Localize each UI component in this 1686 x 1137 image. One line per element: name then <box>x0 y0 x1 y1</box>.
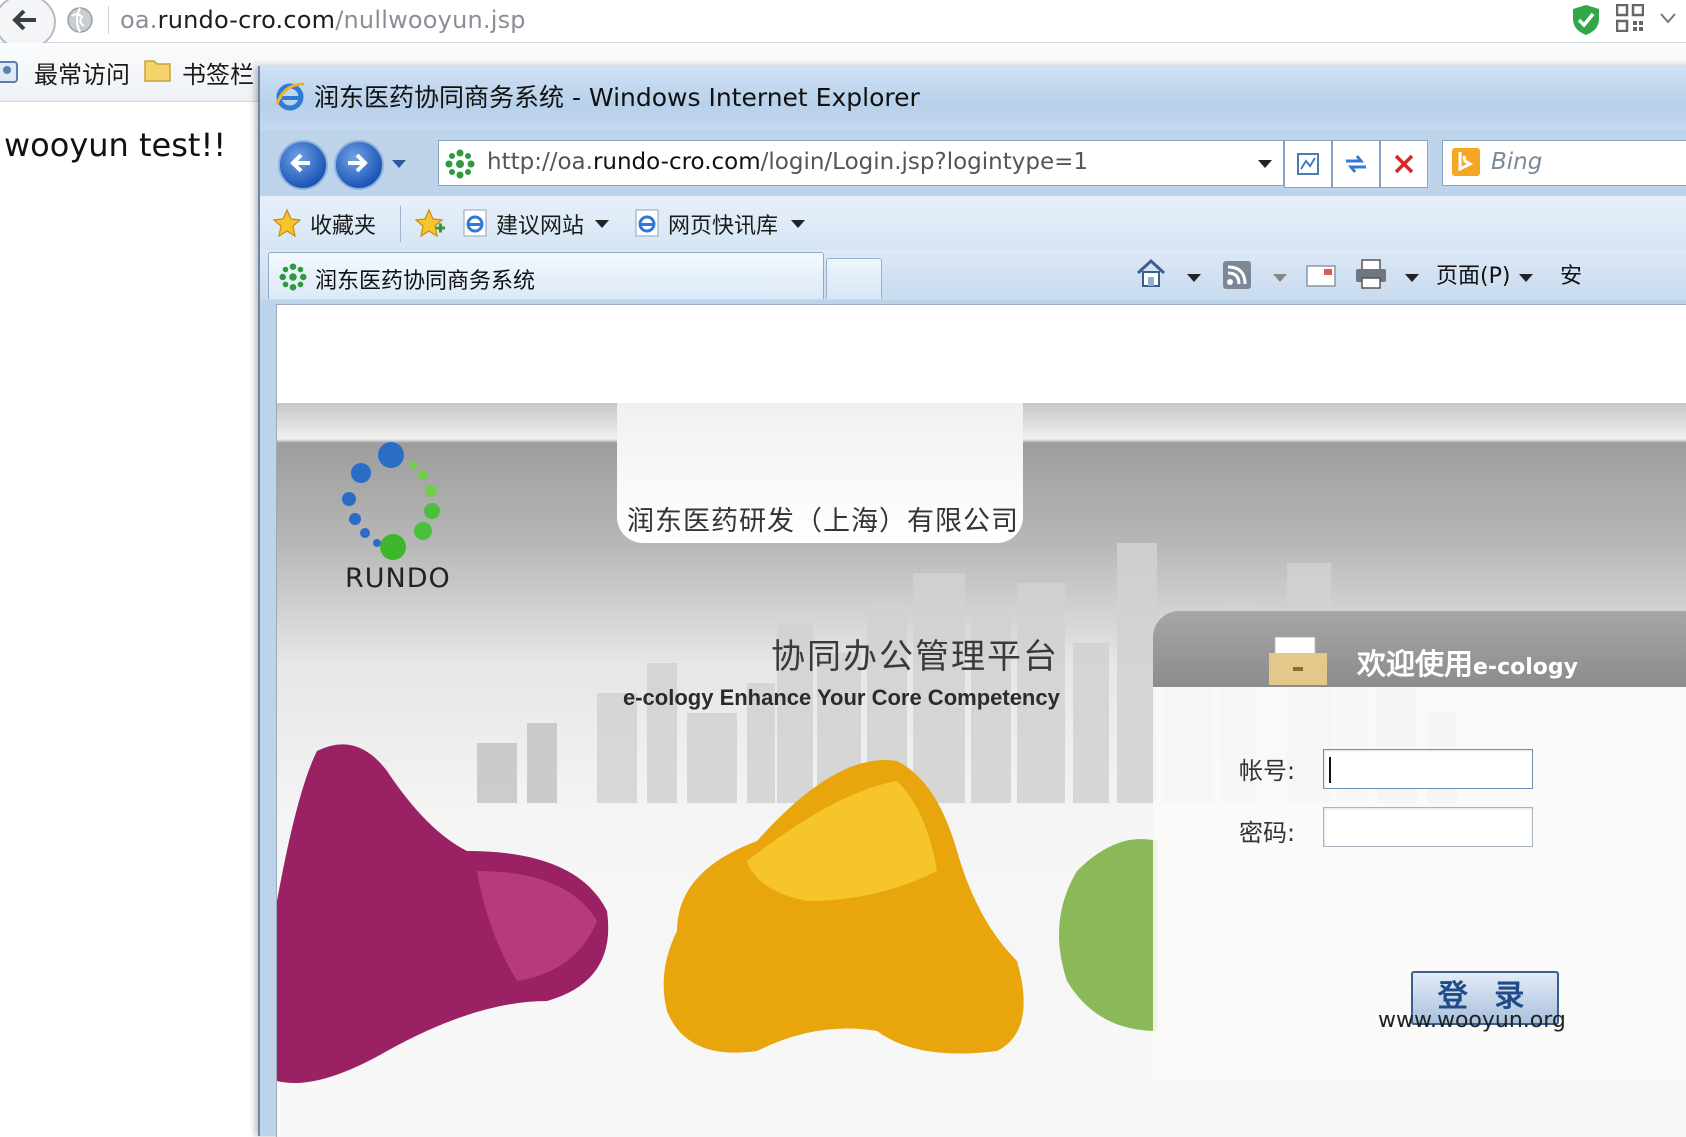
text-caret <box>1329 757 1331 783</box>
ie-back-button[interactable] <box>278 140 328 190</box>
site-favicon-icon <box>445 149 475 179</box>
ie-window: 润东医药协同商务系统 - Windows Internet Explorer h… <box>258 66 1686 1137</box>
password-label: 密码: <box>1239 819 1296 847</box>
username-input[interactable] <box>1323 749 1533 789</box>
ie-page-icon <box>635 209 659 237</box>
platform-title: 协同办公管理平台 <box>771 637 1059 677</box>
stop-button[interactable] <box>1380 140 1428 188</box>
stop-icon <box>1394 154 1414 174</box>
refresh-icon <box>1346 155 1366 173</box>
read-mail-icon[interactable] <box>1306 264 1336 288</box>
ie-search-box[interactable]: Bing <box>1442 140 1686 186</box>
ie-favorites-bar: 收藏夹 建议网站 网页快讯库 <box>260 196 1686 250</box>
welcome-title: 欢迎使用e-cology <box>1357 647 1578 681</box>
favorites-button[interactable]: 收藏夹 <box>310 208 376 240</box>
tab-title: 润东医药协同商务系统 <box>315 269 536 294</box>
ie-page-icon <box>463 209 487 237</box>
logo-text: RUNDO <box>345 563 451 594</box>
add-to-favorites-icon[interactable] <box>414 208 446 238</box>
compatibility-view-button[interactable] <box>1284 140 1332 188</box>
ie-navigation-row: http://oa.rundo-cro.com/login/Login.jsp?… <box>260 130 1686 196</box>
forward-arrow-icon <box>348 153 368 173</box>
chevron-down-icon[interactable] <box>790 218 806 230</box>
new-tab-button[interactable] <box>826 258 882 299</box>
most-visited-icon <box>0 61 18 83</box>
ie-address-bar[interactable]: http://oa.rundo-cro.com/login/Login.jsp?… <box>438 140 1284 186</box>
back-arrow-icon <box>12 9 36 31</box>
print-icon[interactable] <box>1354 258 1388 290</box>
compatibility-view-icon <box>1297 153 1319 175</box>
platform-subtitle: e-cology Enhance Your Core Competency <box>623 685 1060 710</box>
ie-logo-icon <box>275 82 305 111</box>
globe-icon <box>67 7 93 33</box>
company-name: 润东医药研发（上海）有限公司 <box>627 506 1019 537</box>
ie-active-tab[interactable]: 润东医药协同商务系统 <box>268 252 824 299</box>
username-label: 帐号: <box>1239 757 1296 785</box>
ie-window-title: 润东医药协同商务系统 - Windows Internet Explorer <box>314 83 920 112</box>
outer-url-bar: oa.rundo-cro.com/nullwooyun.jsp <box>0 0 1686 50</box>
outer-page-text: wooyun test!! <box>4 126 227 164</box>
recent-pages-dropdown-icon[interactable] <box>390 158 408 170</box>
password-input[interactable] <box>1323 807 1533 847</box>
ie-titlebar[interactable]: 润东医药协同商务系统 - Windows Internet Explorer <box>260 66 1686 130</box>
folder-documents-icon <box>1269 637 1327 685</box>
chevron-down-icon[interactable] <box>1660 12 1676 24</box>
site-favicon-icon <box>279 263 307 291</box>
back-arrow-icon <box>290 153 310 173</box>
bing-logo-icon <box>1452 148 1480 176</box>
suggested-sites-link[interactable]: 建议网站 <box>496 208 584 240</box>
web-slice-gallery-link[interactable]: 网页快讯库 <box>668 208 778 240</box>
bookmark-most-visited[interactable]: 最常访问 <box>34 55 130 90</box>
header-tab: 润东医药研发（上海）有限公司 <box>617 403 1023 543</box>
home-icon[interactable] <box>1134 256 1168 290</box>
rundo-logo-icon <box>342 442 440 560</box>
favorites-star-icon <box>272 208 302 238</box>
url-separator <box>108 6 109 34</box>
ie-tab-bar: 润东医药协同商务系统 页面(P) 安 <box>260 250 1686 300</box>
ie-forward-button[interactable] <box>334 140 384 190</box>
login-panel-header: 欢迎使用e-cology <box>1153 611 1686 687</box>
refresh-button[interactable] <box>1332 140 1380 188</box>
safety-menu-button[interactable]: 安 <box>1560 258 1582 290</box>
bookmark-toolbar-folder[interactable]: 书签栏 <box>182 55 254 90</box>
address-dropdown-icon[interactable] <box>1257 158 1273 170</box>
folder-icon <box>144 60 171 82</box>
page-menu-button[interactable]: 页面(P) <box>1436 258 1510 290</box>
chevron-down-icon[interactable] <box>1186 272 1202 284</box>
qr-code-icon[interactable] <box>1616 4 1644 32</box>
chevron-down-icon[interactable] <box>1518 272 1534 284</box>
outer-url-text[interactable]: oa.rundo-cro.com/nullwooyun.jsp <box>120 6 526 34</box>
chevron-down-icon[interactable] <box>1404 272 1420 284</box>
ie-address-text: http://oa.rundo-cro.com/login/Login.jsp?… <box>487 149 1089 175</box>
chevron-down-icon[interactable] <box>1272 272 1288 284</box>
shield-icon[interactable] <box>1572 4 1600 36</box>
feeds-icon[interactable] <box>1222 260 1252 290</box>
watermark-text: www.wooyun.org <box>1378 1008 1566 1033</box>
chevron-down-icon[interactable] <box>594 218 610 230</box>
search-placeholder: Bing <box>1491 149 1543 175</box>
favorites-separator <box>400 206 401 242</box>
